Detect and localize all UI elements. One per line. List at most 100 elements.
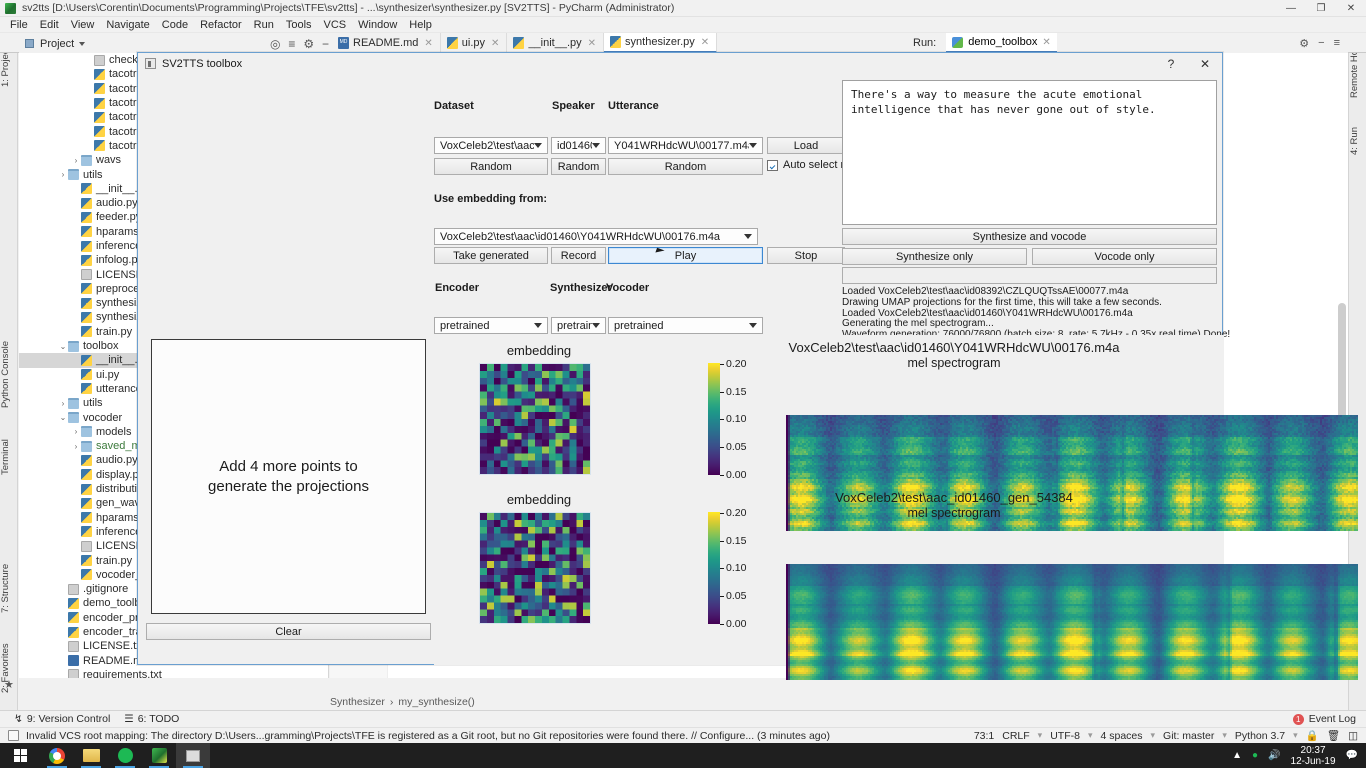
- tree-item[interactable]: requirements.txt: [19, 668, 328, 678]
- taskbar-explorer[interactable]: [74, 743, 108, 768]
- umap-projections-panel[interactable]: Add 4 more points to generate the project…: [151, 339, 426, 614]
- todo-icon: ☰: [124, 713, 134, 725]
- sv2tts-toolbox-dialog[interactable]: SV2TTS toolbox ? ✕ Dataset Speaker Utter…: [137, 52, 1358, 680]
- embedding-combobox[interactable]: VoxCeleb2\test\aac\id01460\Y041WRHdcWU\0…: [434, 228, 758, 245]
- close-icon[interactable]: ✕: [491, 38, 499, 49]
- speaker-combobox[interactable]: id01460: [551, 137, 606, 154]
- chevron-icon[interactable]: ›: [58, 399, 68, 408]
- chevron-icon[interactable]: ⌄: [58, 342, 68, 351]
- help-button[interactable]: ?: [1154, 53, 1188, 74]
- menu-item-tools[interactable]: Tools: [280, 17, 318, 33]
- menu-item-code[interactable]: Code: [156, 17, 194, 33]
- chevron-icon[interactable]: ›: [58, 170, 68, 179]
- event-log-button[interactable]: 1 Event Log: [1292, 713, 1356, 725]
- tool-tab-terminal[interactable]: Terminal: [0, 430, 18, 484]
- gear-icon[interactable]: ⚙: [303, 38, 314, 50]
- chevron-icon[interactable]: ⌄: [58, 413, 68, 422]
- memory-icon[interactable]: ◫: [1348, 730, 1358, 742]
- python-interpreter[interactable]: Python 3.7: [1235, 730, 1285, 742]
- encoding[interactable]: UTF-8: [1050, 730, 1080, 742]
- spotify-tray-icon[interactable]: ●: [1252, 750, 1258, 761]
- menu-icon[interactable]: ≡: [1334, 37, 1340, 49]
- embedding-label-top: embedding: [506, 343, 572, 358]
- stop-button[interactable]: Stop: [767, 247, 845, 264]
- action-center-icon[interactable]: 💬: [1346, 750, 1358, 761]
- editor-tab-readme-md[interactable]: README.md ✕: [332, 33, 441, 53]
- gear-icon[interactable]: ⚙: [1299, 37, 1309, 50]
- play-button[interactable]: Play: [608, 247, 763, 264]
- tool-tab-python-console[interactable]: Python Console: [0, 330, 18, 418]
- breadcrumb-item-method[interactable]: my_synthesize(): [398, 696, 474, 708]
- random-dataset-button[interactable]: Random: [434, 158, 548, 175]
- start-button[interactable]: [0, 743, 40, 768]
- taskbar-sv2tts-toolbox[interactable]: [176, 743, 210, 768]
- taskbar-chrome[interactable]: [40, 743, 74, 768]
- minimize-button[interactable]: —: [1276, 0, 1306, 17]
- chevron-icon[interactable]: ›: [71, 156, 81, 165]
- hide-panel-icon[interactable]: −: [1318, 37, 1324, 49]
- encoder-combobox[interactable]: pretrained: [434, 317, 548, 334]
- hide-panel-icon[interactable]: −: [321, 38, 330, 50]
- editor-tab-synthesizer-py[interactable]: synthesizer.py ✕: [604, 33, 718, 53]
- tool-tab-favorites[interactable]: 2: Favorites: [0, 631, 18, 705]
- record-button[interactable]: Record: [551, 247, 606, 264]
- menu-item-view[interactable]: View: [65, 17, 101, 33]
- editor-tab---init---py[interactable]: __init__.py ✕: [507, 33, 605, 53]
- editor-tab-ui-py[interactable]: ui.py ✕: [440, 33, 508, 53]
- close-icon[interactable]: ✕: [1042, 37, 1050, 48]
- close-button[interactable]: ✕: [1336, 0, 1366, 17]
- maximize-button[interactable]: ❐: [1306, 0, 1336, 17]
- load-button[interactable]: Load: [767, 137, 845, 154]
- menu-item-vcs[interactable]: VCS: [318, 17, 353, 33]
- taskbar-clock[interactable]: 20:37 12-Jun-19: [1291, 745, 1336, 767]
- indent-setting[interactable]: 4 spaces: [1100, 730, 1142, 742]
- close-icon[interactable]: ✕: [588, 38, 596, 49]
- caret-position[interactable]: 73:1: [974, 730, 994, 742]
- run-config-tab[interactable]: demo_toolbox ✕: [946, 33, 1057, 53]
- take-generated-button[interactable]: Take generated: [434, 247, 548, 264]
- clear-button[interactable]: Clear: [146, 623, 431, 640]
- git-branch[interactable]: Git: master: [1163, 730, 1214, 742]
- synthesize-only-button[interactable]: Synthesize only: [842, 248, 1027, 265]
- menu-item-refactor[interactable]: Refactor: [194, 17, 248, 33]
- notification-icon[interactable]: [8, 730, 19, 741]
- menu-item-help[interactable]: Help: [403, 17, 438, 33]
- status-message[interactable]: Invalid VCS root mapping: The directory …: [26, 730, 830, 742]
- transcript-textarea[interactable]: There's a way to measure the acute emoti…: [842, 80, 1217, 225]
- chevron-down-icon[interactable]: [79, 41, 86, 46]
- volume-icon[interactable]: 🔊: [1268, 750, 1280, 761]
- taskbar-pycharm[interactable]: [142, 743, 176, 768]
- line-separator[interactable]: CRLF: [1002, 730, 1029, 742]
- menu-item-window[interactable]: Window: [352, 17, 403, 33]
- breadcrumb-item-class[interactable]: Synthesizer: [330, 696, 385, 708]
- menu-item-navigate[interactable]: Navigate: [100, 17, 155, 33]
- tool-button-version-control[interactable]: ↯ 9: Version Control: [14, 713, 110, 725]
- random-utterance-button[interactable]: Random: [608, 158, 763, 175]
- lock-icon[interactable]: 🔒: [1306, 729, 1319, 742]
- chevron-icon[interactable]: ›: [71, 442, 81, 451]
- vocode-only-button[interactable]: Vocode only: [1032, 248, 1217, 265]
- dialog-close-button[interactable]: ✕: [1188, 53, 1222, 74]
- synthesize-and-vocode-button[interactable]: Synthesize and vocode: [842, 228, 1217, 245]
- tool-tab-structure[interactable]: 7: Structure: [0, 553, 18, 623]
- breadcrumb[interactable]: Synthesizer › my_synthesize(): [330, 694, 905, 710]
- dataset-combobox[interactable]: VoxCeleb2\test\aac: [434, 137, 548, 154]
- close-icon[interactable]: ✕: [701, 37, 709, 48]
- chevron-icon[interactable]: ›: [71, 427, 81, 436]
- target-icon[interactable]: ◎: [270, 38, 280, 50]
- menu-item-run[interactable]: Run: [248, 17, 280, 33]
- utterance-combobox[interactable]: Y041WRHdcWU\00177.m4a: [608, 137, 763, 154]
- synthesizer-combobox[interactable]: pretrained: [551, 317, 606, 334]
- tray-expand-icon[interactable]: ▲: [1232, 750, 1242, 761]
- taskbar-spotify[interactable]: [108, 743, 142, 768]
- menu-item-file[interactable]: File: [4, 17, 34, 33]
- vocoder-combobox[interactable]: pretrained: [608, 317, 763, 334]
- collapse-all-icon[interactable]: ≡: [287, 38, 296, 50]
- tool-tab-run[interactable]: 4: Run: [1349, 119, 1366, 163]
- close-icon[interactable]: ✕: [424, 38, 432, 49]
- random-speaker-button[interactable]: Random: [551, 158, 606, 175]
- menu-item-edit[interactable]: Edit: [34, 17, 65, 33]
- trash-icon[interactable]: 🗑: [1327, 729, 1340, 742]
- folder-icon: [68, 340, 79, 352]
- tool-button-todo[interactable]: ☰ 6: TODO: [124, 713, 179, 725]
